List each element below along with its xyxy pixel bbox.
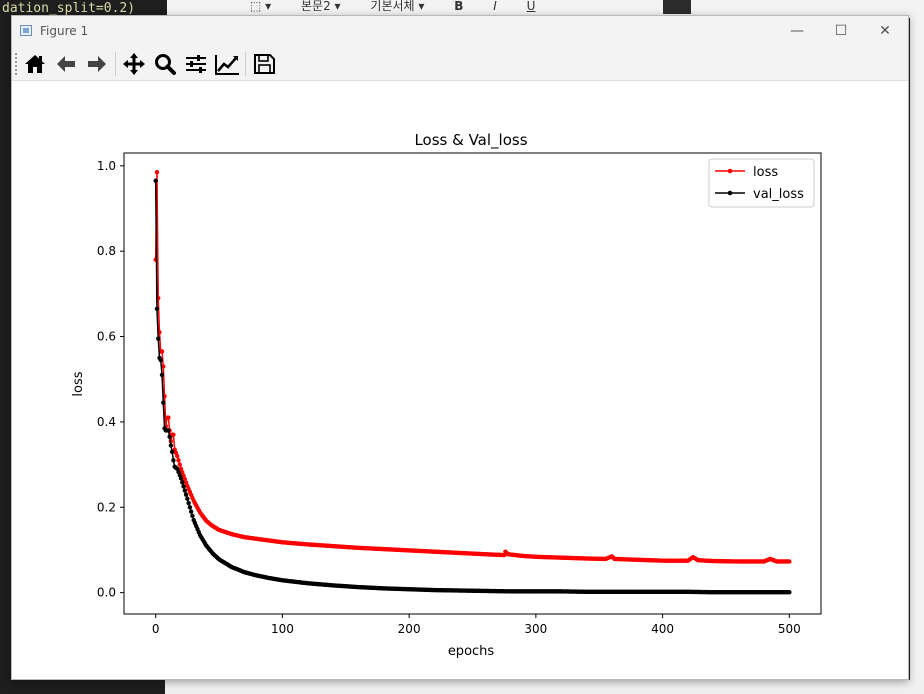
- window-titlebar[interactable]: Figure 1 — ☐ ✕: [12, 16, 908, 47]
- data-point-val-loss: [185, 496, 190, 501]
- legend-marker-loss: [727, 168, 733, 174]
- series-layer: [153, 170, 792, 595]
- save-icon: [254, 54, 275, 74]
- data-point-val-loss: [153, 178, 158, 183]
- pan-button[interactable]: [121, 52, 147, 76]
- forward-arrow-icon: [88, 56, 106, 72]
- axes-frame: [123, 152, 822, 615]
- data-point-val-loss: [168, 443, 174, 448]
- background-tool-5: U: [526, 0, 536, 13]
- minimize-button[interactable]: —: [775, 16, 819, 47]
- plot-canvas[interactable]: Loss & Val_loss 0 100 200 300 400 500 0.0 0.2 0…: [12, 81, 908, 679]
- maximize-button[interactable]: ☐: [819, 16, 863, 47]
- zoom-icon: [155, 54, 176, 75]
- background-tool-1: 본문2 ▾: [301, 0, 341, 13]
- line-chart: Loss & Val_loss 0 100 200 300 400 500 0.00.20…: [71, 131, 822, 659]
- toolbar-separator: [245, 52, 246, 76]
- data-point-val-loss: [182, 488, 188, 493]
- configure-subplots-icon: [186, 55, 206, 73]
- close-button[interactable]: ✕: [863, 16, 907, 47]
- legend-label-loss: loss: [753, 165, 778, 180]
- home-button[interactable]: [22, 52, 48, 76]
- data-point-loss: [166, 415, 171, 420]
- home-icon: [25, 55, 45, 73]
- x-tick-label: 0: [152, 622, 160, 636]
- background-tool-4: I: [493, 0, 497, 13]
- background-align-left-button: [663, 0, 691, 14]
- toolbar-grip: [15, 53, 17, 75]
- background-tool-2: 기본서체 ▾: [370, 0, 425, 13]
- data-point-val-loss: [161, 400, 166, 405]
- data-point-val-loss: [178, 476, 184, 481]
- background-bottom-strip: [0, 680, 924, 694]
- data-point-val-loss: [187, 505, 193, 510]
- data-point-val-loss: [190, 513, 195, 519]
- save-button[interactable]: [251, 52, 277, 76]
- y-tick-label: 0.6: [97, 330, 116, 344]
- configure-subplots-button[interactable]: [183, 52, 209, 76]
- toolbar-separator: [115, 52, 116, 76]
- data-point-loss: [154, 170, 160, 175]
- legend-label-val-loss: val_loss: [753, 187, 804, 202]
- data-point-val-loss: [166, 428, 171, 433]
- y-tick-label: 0.2: [97, 500, 116, 514]
- data-point-val-loss: [167, 434, 172, 440]
- data-point-val-loss: [159, 372, 165, 378]
- back-arrow-icon: [57, 56, 75, 72]
- figure-app-icon: [20, 25, 32, 36]
- data-point-val-loss: [787, 590, 792, 595]
- data-point-loss: [175, 453, 180, 459]
- forward-button[interactable]: [84, 52, 110, 76]
- y-tick-label: 0.4: [97, 415, 116, 429]
- data-point-val-loss: [180, 480, 185, 485]
- data-point-loss: [787, 559, 792, 564]
- data-point-val-loss: [186, 500, 191, 506]
- data-point-val-loss: [181, 484, 186, 489]
- zoom-button[interactable]: [152, 52, 178, 76]
- background-tool-0: ⬚ ▾: [250, 0, 272, 13]
- series-line-loss: [154, 172, 790, 563]
- chart-title: Loss & Val_loss: [414, 131, 527, 150]
- data-point-val-loss: [171, 458, 176, 463]
- x-tick-label: 300: [524, 622, 547, 636]
- y-tick-label: 0.8: [97, 244, 116, 258]
- figure-window: Figure 1 — ☐ ✕ Loss & Val_loss 0 100 200…: [11, 15, 909, 680]
- y-tick-label: 0.0: [97, 586, 116, 600]
- background-tool-3: B: [454, 0, 464, 13]
- data-point-val-loss: [158, 357, 163, 363]
- data-point-loss: [177, 462, 182, 467]
- data-point-val-loss: [183, 492, 189, 497]
- legend-marker-val-loss: [727, 190, 733, 196]
- x-axis-ticks: 0 100 200 300 400 500: [152, 614, 801, 636]
- data-point-loss: [159, 349, 165, 354]
- x-tick-label: 200: [398, 622, 421, 636]
- data-point-val-loss: [188, 509, 194, 514]
- series-line-val-loss: [154, 180, 790, 593]
- data-point-loss: [171, 432, 176, 437]
- chart-legend: loss val_loss: [708, 158, 815, 208]
- x-axis-label: epochs: [448, 644, 495, 659]
- back-button[interactable]: [53, 52, 79, 76]
- x-tick-label: 100: [271, 622, 294, 636]
- navigation-toolbar: [12, 47, 908, 81]
- x-tick-label: 500: [778, 622, 801, 636]
- window-title: Figure 1: [40, 24, 89, 38]
- series-loss: [153, 170, 792, 564]
- y-axis-ticks: 0.0 0.2 0.4 0.6 0.8 1.0: [97, 159, 124, 600]
- data-point-val-loss: [156, 336, 161, 341]
- series-val-loss: [153, 178, 792, 595]
- background-right-strip: [910, 18, 924, 680]
- data-point-loss: [176, 458, 181, 463]
- y-axis-label: loss: [71, 371, 86, 396]
- data-point-val-loss: [169, 449, 175, 454]
- edit-axis-button[interactable]: [214, 52, 240, 76]
- edit-axis-icon: [215, 55, 239, 75]
- y-tick-label: 1.0: [97, 159, 116, 173]
- pan-icon: [123, 53, 145, 75]
- data-point-val-loss: [154, 306, 160, 311]
- x-tick-label: 400: [651, 622, 674, 636]
